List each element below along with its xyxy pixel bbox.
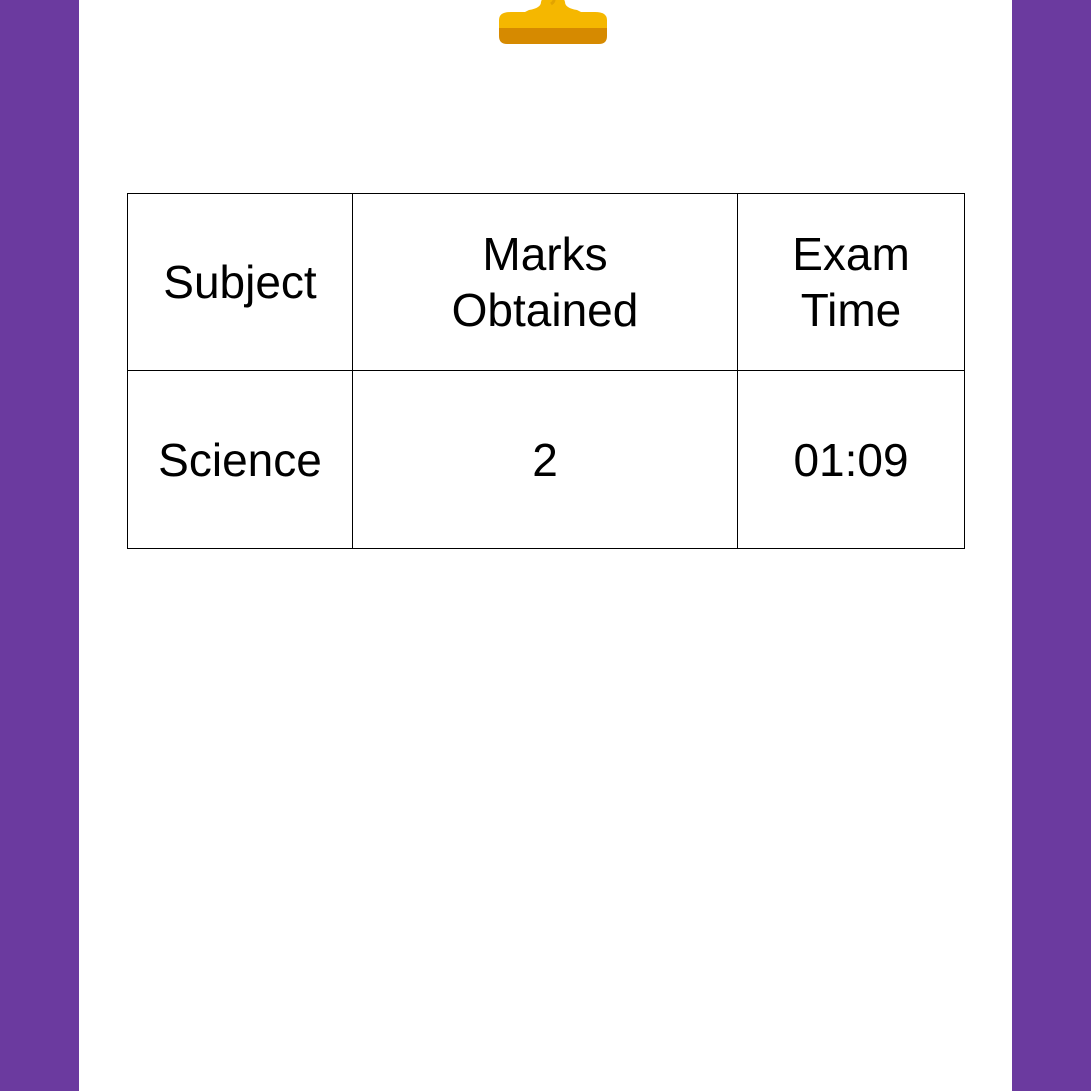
header-marks-line1: Marks (482, 228, 608, 280)
header-exam-time: Exam Time (737, 193, 965, 371)
cell-exam-time: 01:09 (737, 370, 965, 549)
app-background: Subject Marks Obtained Exam Time Science… (0, 0, 1091, 1091)
cell-subject: Science (127, 370, 353, 549)
header-time-line2: Time (800, 284, 902, 336)
table-row: Science 2 01:09 (127, 370, 965, 549)
header-time-line1: Exam (792, 228, 910, 280)
header-marks-line2: Obtained (451, 284, 639, 336)
cell-marks: 2 (352, 370, 738, 549)
results-table: Subject Marks Obtained Exam Time Science… (127, 193, 965, 549)
header-subject-label: Subject (163, 256, 317, 308)
header-marks-obtained: Marks Obtained (352, 193, 738, 371)
table-header-row: Subject Marks Obtained Exam Time (127, 193, 965, 371)
trophy-icon (499, 0, 607, 44)
result-panel: Subject Marks Obtained Exam Time Science… (79, 0, 1012, 1091)
header-subject: Subject (127, 193, 353, 371)
